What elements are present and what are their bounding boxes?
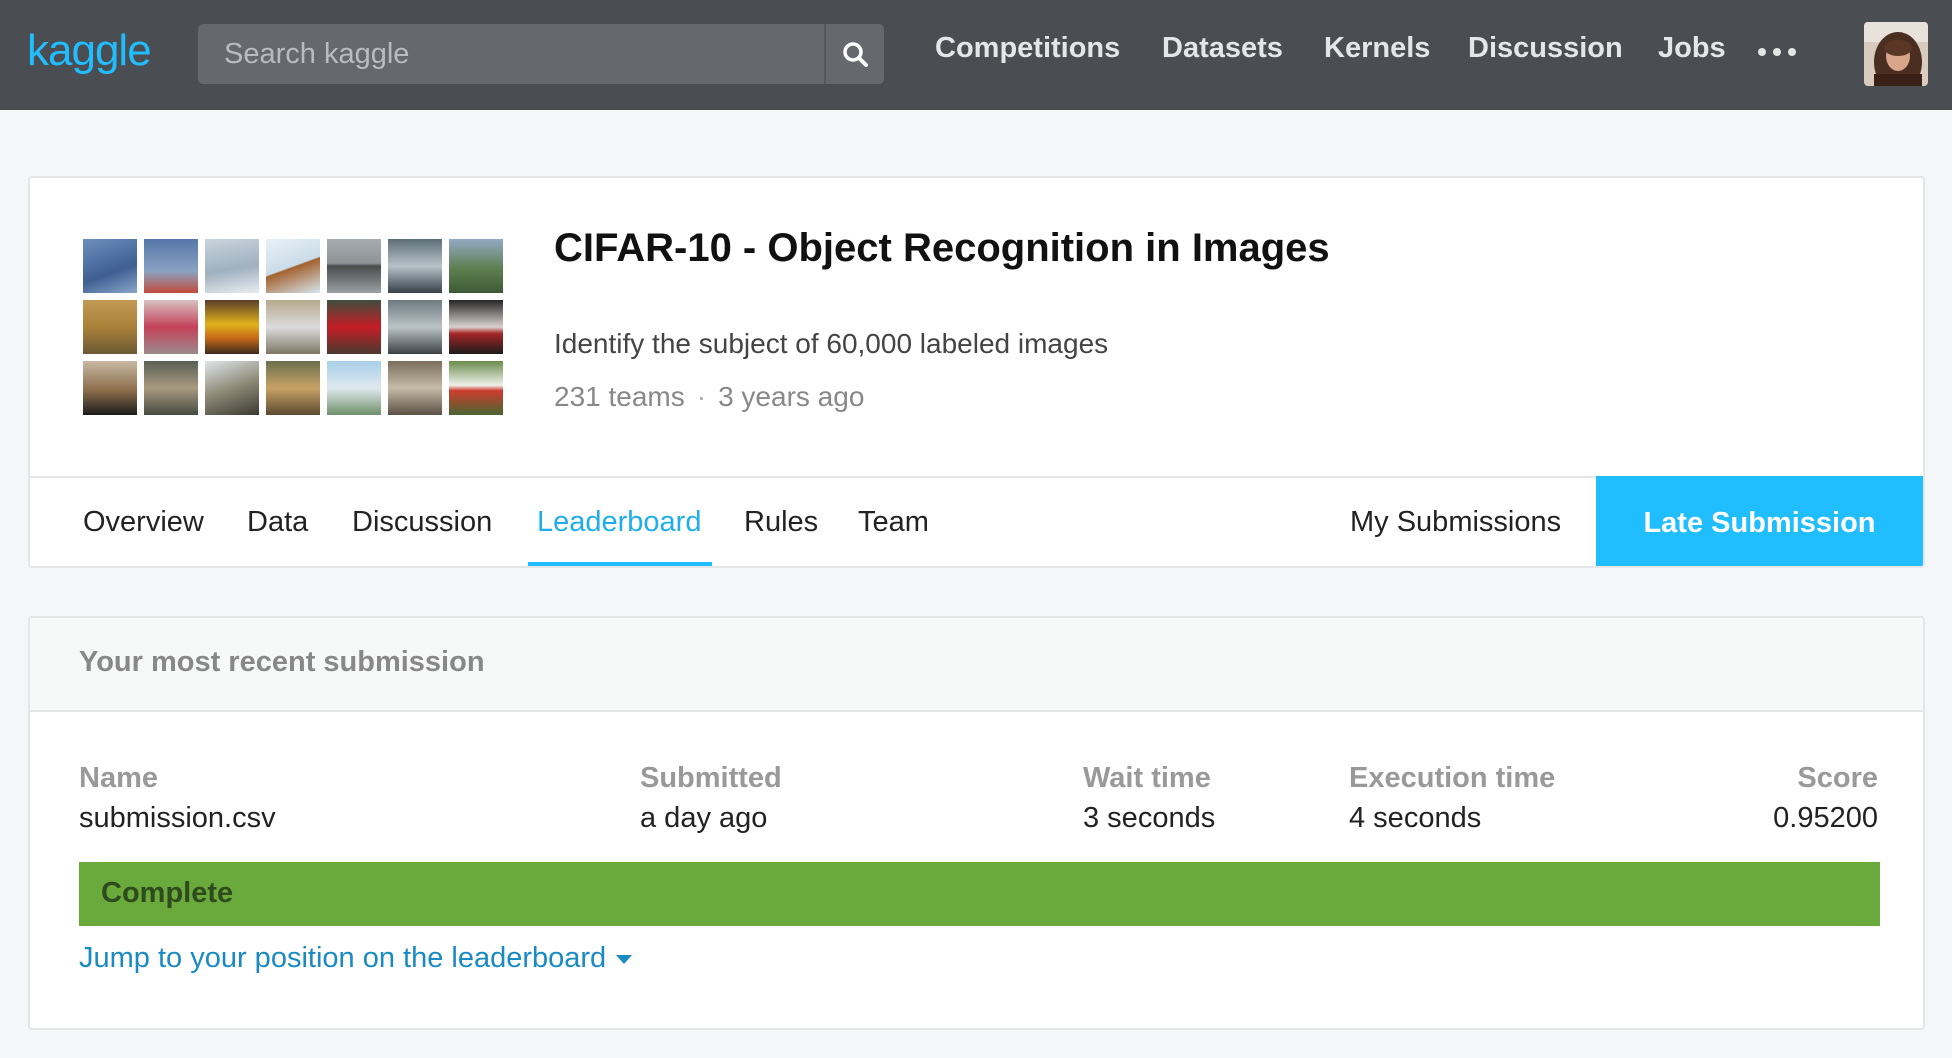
active-tab-indicator [528,562,712,566]
thumbnail-airplane [449,239,503,293]
submitted-value: a day ago [640,802,768,834]
competition-description: Identify the subject of 60,000 labeled i… [554,328,1109,359]
thumbnail-car [266,300,320,354]
nav-competitions[interactable]: Competitions [935,32,1120,65]
thumbnail-airplane [205,239,259,293]
thumbnail-bird [83,361,137,415]
user-avatar[interactable] [1864,22,1928,86]
thumbnail-airplane [83,239,137,293]
nav-kernels[interactable]: Kernels [1324,32,1430,65]
thumbnail-bird [266,361,320,415]
meta-separator: · [696,381,707,412]
thumbnail-bird [205,361,259,415]
jump-to-leaderboard-link[interactable]: Jump to your position on the leaderboard [79,942,633,975]
submission-filename: submission.csv [79,802,276,834]
kaggle-logo[interactable]: kaggle [27,26,152,76]
submitted-label: Submitted [640,762,782,794]
top-navigation-bar: kaggle Competitions Datasets Kernels Dis… [0,0,1952,110]
tab-team[interactable]: Team [858,478,929,566]
search-icon [843,42,868,67]
status-text: Complete [101,877,234,909]
nav-discussion[interactable]: Discussion [1468,32,1623,65]
tab-data[interactable]: Data [247,478,308,566]
thumbnail-car [205,300,259,354]
ellipsis-icon[interactable] [1758,48,1798,58]
competition-meta: 231 teams · 3 years ago [554,381,864,413]
my-submissions-link[interactable]: My Submissions [1350,478,1561,566]
thumbnail-car [327,300,381,354]
thumbnail-bird [327,361,381,415]
thumbnail-bird [144,361,198,415]
competition-age: 3 years ago [718,381,865,412]
submission-status-bar: Complete [79,862,1880,926]
jump-link-label: Jump to your position on the leaderboard [79,942,607,974]
thumbnail-airplane [388,239,442,293]
wait-time-label: Wait time [1083,762,1211,794]
thumbnail-airplane [144,239,198,293]
caret-down-icon [616,954,633,964]
tab-rules[interactable]: Rules [744,478,818,566]
thumbnail-car [83,300,137,354]
thumbnail-airplane [266,239,320,293]
thumbnail-airplane [327,239,381,293]
competition-tabs: Overview Data Discussion Leaderboard Rul… [30,476,1923,566]
avatar-image [1864,22,1928,86]
tab-leaderboard[interactable]: Leaderboard [537,478,701,566]
nav-jobs[interactable]: Jobs [1658,32,1726,65]
tab-overview[interactable]: Overview [83,478,204,566]
submission-card-title: Your most recent submission [79,646,485,678]
thumbnail-bird [388,361,442,415]
tab-discussion[interactable]: Discussion [352,478,492,566]
competition-header-card: CIFAR-10 - Object Recognition in Images … [28,176,1925,568]
nav-datasets[interactable]: Datasets [1162,32,1283,65]
execution-time-label: Execution time [1349,762,1556,794]
execution-time-value: 4 seconds [1349,802,1482,834]
late-submission-button[interactable]: Late Submission [1596,476,1923,566]
score-label: Score [1797,762,1878,794]
thumbnail-car [144,300,198,354]
search-box [198,24,884,84]
wait-time-value: 3 seconds [1083,802,1216,834]
team-count: 231 teams [554,381,685,412]
search-button[interactable] [824,24,884,84]
name-label: Name [79,762,158,794]
thumbnail-bird [449,361,503,415]
thumbnail-car [388,300,442,354]
score-value: 0.95200 [1773,802,1878,834]
submission-card-header: Your most recent submission [30,618,1923,712]
competition-title: CIFAR-10 - Object Recognition in Images [554,226,1330,270]
recent-submission-card: Your most recent submission Name submiss… [28,616,1925,1030]
thumbnail-car [449,300,503,354]
search-input[interactable] [198,24,822,84]
